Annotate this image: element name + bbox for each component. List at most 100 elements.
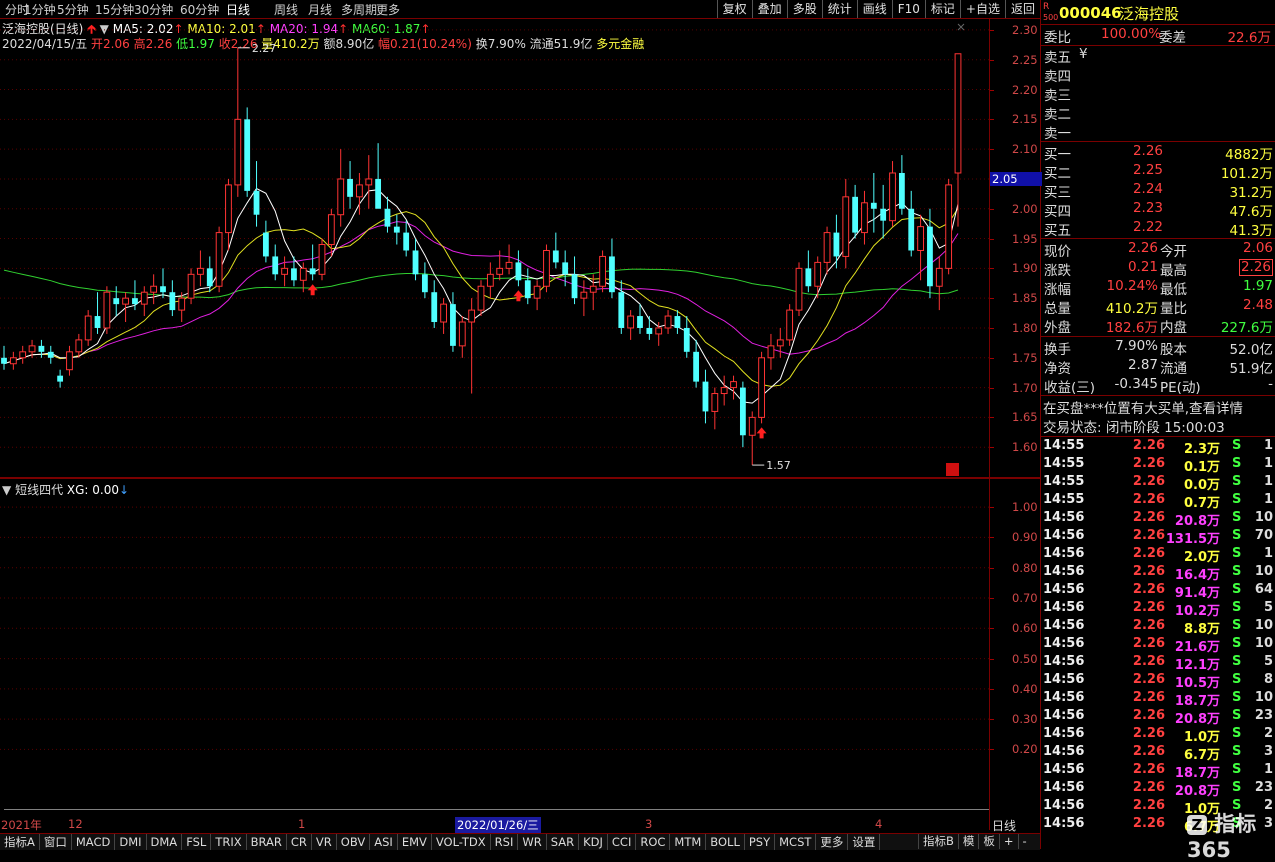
candle-body [38,345,45,352]
indicator-tab[interactable]: BRAR [247,834,287,850]
tab-timeframe[interactable]: 周线 [274,1,298,18]
indicator-tab[interactable]: FSL [182,834,212,850]
tick-side: S [1232,618,1242,633]
stat-value: - [1268,376,1273,392]
tick-price: 2.26 [1132,798,1165,813]
indicator-tab[interactable]: MCST [775,834,817,850]
tick-price: 2.26 [1132,582,1165,597]
bottom-button[interactable]: - [1017,834,1031,849]
indicator-tab[interactable]: DMI [115,834,147,850]
candle-body [496,267,504,275]
tick-time: 14:55 [1043,474,1085,489]
toolbar-button[interactable]: 标记 [924,0,960,18]
webi-value: 100.00% [1101,26,1162,42]
indicator-tick: 0.50 [1012,651,1038,666]
candle-body [739,387,746,436]
tick-price: 2.26 [1132,600,1165,615]
stat-value: 7.90% [1115,338,1158,354]
tick-side: S [1232,582,1242,597]
indicator-tab[interactable]: ROC [636,834,671,850]
tab-timeframe[interactable]: 日线 [226,1,250,18]
tick-volume: 0.7万 [1183,496,1220,511]
tab-timeframe[interactable]: 30分钟 [134,1,173,18]
stat-row: 换手 7.90% 股本 52.0亿 [1041,338,1275,358]
tick-time: 14:56 [1043,510,1085,525]
indicator-tab[interactable]: ASI [370,834,398,850]
bottom-button[interactable]: 板 [978,834,999,849]
bottom-button[interactable]: + [998,834,1018,849]
indicator-tab[interactable]: SAR [547,834,580,850]
indicator-tab[interactable]: KDJ [579,834,608,850]
ask-label: 卖四 [1044,69,1071,85]
candle-body [945,184,953,269]
tab-timeframe[interactable]: 月线 [308,1,332,18]
high-annotation: 2.27 [252,42,277,55]
tab-timeframe[interactable]: 5分钟 [57,1,89,18]
indicator-tab[interactable]: MTM [670,834,707,850]
tick-volume: 91.4万 [1174,586,1220,601]
tab-timeframe[interactable]: 多周期 [341,1,377,18]
tick-count: 1 [1263,456,1273,471]
indicator-tab[interactable]: 更多 [816,834,849,850]
candle-body [225,184,232,234]
candle-body [889,172,896,222]
indicator-tab[interactable]: WR [518,834,547,850]
indicator-tab[interactable]: BOLL [706,834,745,850]
tick-volume: 12.1万 [1174,658,1220,673]
indicator-tab[interactable]: 设置 [848,834,881,850]
toolbar-button[interactable]: 叠加 [751,0,787,18]
bottom-button[interactable]: 模 [957,834,979,849]
toolbar-button[interactable]: 复权 [716,0,752,18]
indicator-tab[interactable]: PSY [745,834,776,850]
tab-timeframe[interactable]: 1分钟 [24,1,56,18]
tick-row: 14:56 2.26 20.8万 S 23 [1041,780,1275,799]
tick-side: S [1232,528,1242,543]
bottom-button[interactable]: 指标B [918,834,958,849]
candle-body [281,267,288,275]
toolbar-button[interactable]: 画线 [856,0,892,18]
tab-timeframe[interactable]: 15分钟 [95,1,134,18]
toolbar-button[interactable]: 统计 [821,0,857,18]
bid-row: 买二 2.25 101.2万 [1041,162,1275,182]
indicator-tab[interactable]: CR [287,834,312,850]
tab-timeframe[interactable]: 60分钟 [180,1,219,18]
tab-timeframe[interactable]: 更多 [376,1,400,18]
tick-row: 14:56 2.26 16.4万 S 10 [1041,564,1275,583]
price-tick-mark [990,447,994,449]
indicator-tab[interactable]: RSI [491,834,519,850]
indicator-tab[interactable]: DMA [147,834,183,850]
toolbar-button[interactable]: F10 [891,0,925,18]
indicator-tab[interactable]: 指标A [0,834,40,850]
tick-price: 2.26 [1132,672,1165,687]
indicator-tab[interactable]: VOL-TDX [432,834,491,850]
indicator-tab[interactable]: TRIX [211,834,247,850]
stat-value: 227.6万 [1220,320,1273,336]
tick-side: S [1232,438,1242,453]
stock-code: 000046 [1059,4,1122,22]
tick-volume: 2.3万 [1183,442,1220,457]
indicator-tab[interactable]: CCI [608,834,637,850]
indicator-tick-mark [990,507,994,509]
big-order-notice[interactable]: 在买盘***位置有大买单,查看详情 [1043,397,1243,417]
indicator-tab[interactable]: MACD [72,834,116,850]
indicator-chart[interactable] [0,480,990,810]
date-label: 4 [875,817,883,831]
indicator-tab[interactable]: EMV [398,834,432,850]
toolbar-button[interactable]: +自选 [959,0,1005,18]
tick-price: 2.26 [1132,726,1165,741]
candle-body [748,416,756,436]
indicator-tab[interactable]: 窗口 [40,834,72,850]
toolbar-button[interactable]: 多股 [786,0,822,18]
stat-label: 量比 [1160,301,1187,317]
candle-body [524,280,531,299]
tick-volume: 10.2万 [1174,604,1220,619]
tick-price: 2.26 [1132,744,1165,759]
collapse-icon[interactable] [957,23,965,31]
indicator-tick-mark [990,658,994,660]
candle-body [720,387,728,395]
toolbar-button[interactable]: 返回 [1004,0,1040,18]
indicator-tab[interactable]: OBV [337,834,371,850]
indicator-tab[interactable]: VR [312,834,337,850]
candlestick-chart[interactable]: 2.27 1.57 [0,18,990,477]
candle-body [486,273,494,287]
